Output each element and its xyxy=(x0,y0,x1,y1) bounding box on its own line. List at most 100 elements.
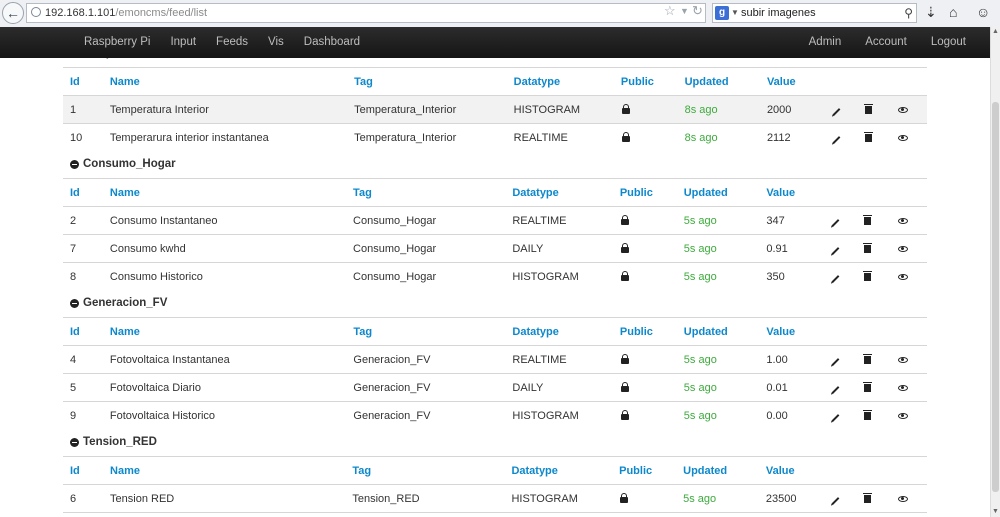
table-header-row: Id Name Tag Datatype Public Updated Value xyxy=(63,456,927,485)
pencil-icon[interactable] xyxy=(832,107,840,116)
scroll-down-icon[interactable]: ▼ xyxy=(991,507,1000,517)
magnifier-icon[interactable]: ⚲ xyxy=(904,4,913,22)
feed-public xyxy=(620,123,685,151)
group-title[interactable]: Consumo_Hogar xyxy=(63,151,927,178)
trash-icon[interactable] xyxy=(863,353,873,364)
download-icon[interactable]: ⇣ xyxy=(925,4,937,21)
nav-dashboard[interactable]: Dashboard xyxy=(294,27,370,58)
trash-icon[interactable] xyxy=(863,492,873,503)
scroll-up-icon[interactable]: ▲ xyxy=(991,27,1000,37)
column-header-action xyxy=(893,317,927,346)
view-cell xyxy=(893,401,927,429)
column-header-datatype: Datatype xyxy=(511,456,620,485)
feed-table: Id Name Tag Datatype Public Updated Value 2 Cons… xyxy=(63,178,927,290)
column-header-action xyxy=(860,456,894,485)
delete-cell xyxy=(860,484,894,513)
lock-icon[interactable] xyxy=(621,131,630,142)
pencil-icon[interactable] xyxy=(831,274,840,283)
eye-icon[interactable] xyxy=(897,495,908,502)
trash-icon[interactable] xyxy=(863,409,873,420)
lock-icon[interactable] xyxy=(620,242,629,253)
collapse-icon[interactable] xyxy=(70,299,79,308)
feed-value: 1.00 xyxy=(766,345,828,374)
feed-datatype: DAILY xyxy=(512,373,620,402)
lock-icon[interactable] xyxy=(620,492,629,503)
column-header-public: Public xyxy=(619,317,684,346)
nav-admin[interactable]: Admin xyxy=(799,27,856,58)
column-header-value: Value xyxy=(765,456,827,485)
column-header-updated: Updated xyxy=(684,67,767,96)
feed-public xyxy=(619,206,684,235)
trash-icon[interactable] xyxy=(863,131,873,142)
nav-input[interactable]: Input xyxy=(160,27,206,58)
dropdown-icon[interactable]: ▼ xyxy=(680,6,689,16)
lock-icon[interactable] xyxy=(621,103,630,114)
eye-icon[interactable] xyxy=(897,273,908,280)
table-row: 6 Tension RED Tension_RED HISTOGRAM 5s ago 23… xyxy=(63,484,927,513)
pencil-icon[interactable] xyxy=(831,496,840,505)
lock-icon[interactable] xyxy=(620,270,629,281)
google-icon: g xyxy=(715,6,729,20)
feedback-icon[interactable]: ☺ xyxy=(976,4,990,20)
feed-name: Temperatura Interior xyxy=(109,95,355,124)
trash-icon[interactable] xyxy=(863,214,873,225)
scroll-thumb[interactable] xyxy=(992,102,999,492)
edit-cell xyxy=(827,123,861,151)
lock-icon[interactable] xyxy=(620,214,629,225)
nav-feeds[interactable]: Feeds xyxy=(206,27,258,58)
feed-updated: 5s ago xyxy=(683,262,767,290)
column-header-updated: Updated xyxy=(683,317,767,346)
feed-id: 8 xyxy=(63,262,110,290)
trash-icon[interactable] xyxy=(863,381,873,392)
lock-icon[interactable] xyxy=(620,353,629,364)
eye-icon[interactable] xyxy=(897,134,908,141)
pencil-icon[interactable] xyxy=(831,246,840,255)
table-row: 5 Fotovoltaica Diario Generacion_FV DAILY 5s… xyxy=(63,373,927,402)
eye-icon[interactable] xyxy=(897,217,908,224)
group-title[interactable]: Tension_RED xyxy=(63,429,927,456)
address-bar[interactable]: 192.168.1.101/emoncms/feed/list xyxy=(26,3,706,23)
nav-raspberry-pi[interactable]: Raspberry Pi xyxy=(74,27,160,58)
pencil-icon[interactable] xyxy=(831,385,840,394)
feed-tag: Consumo_Hogar xyxy=(353,234,513,263)
engine-dropdown-icon[interactable]: ▼ xyxy=(731,4,739,22)
feed-public xyxy=(619,345,684,374)
collapse-icon[interactable] xyxy=(70,438,79,447)
eye-icon[interactable] xyxy=(897,356,908,363)
lock-icon[interactable] xyxy=(620,381,629,392)
column-header-action xyxy=(827,317,861,346)
eye-icon[interactable] xyxy=(897,384,908,391)
home-icon[interactable]: ⌂ xyxy=(949,4,957,20)
trash-icon[interactable] xyxy=(863,242,873,253)
column-header-action xyxy=(827,67,861,96)
eye-icon[interactable] xyxy=(897,106,908,113)
reload-icon[interactable]: ↻ xyxy=(692,3,703,19)
group-title[interactable]: Temperatura_Interior xyxy=(63,58,198,67)
lock-icon[interactable] xyxy=(620,409,629,420)
eye-icon[interactable] xyxy=(897,412,908,419)
group-title[interactable]: Generacion_FV xyxy=(63,290,927,317)
search-box[interactable]: g ▼ subir imagenes ⚲ xyxy=(712,3,917,23)
trash-icon[interactable] xyxy=(863,270,873,281)
pencil-icon[interactable] xyxy=(831,413,840,422)
pencil-icon[interactable] xyxy=(831,218,840,227)
delete-cell xyxy=(860,206,894,235)
feed-public xyxy=(620,95,685,124)
back-icon[interactable]: ← xyxy=(2,2,24,24)
nav-account[interactable]: Account xyxy=(855,27,921,58)
pencil-icon[interactable] xyxy=(831,357,840,366)
trash-icon[interactable] xyxy=(863,103,873,114)
delete-cell xyxy=(860,95,894,124)
edit-cell xyxy=(827,234,861,263)
star-icon[interactable]: ☆ xyxy=(664,3,676,19)
collapse-icon[interactable] xyxy=(70,160,79,169)
page-scrollbar[interactable]: ▲ ▼ xyxy=(990,27,1000,517)
search-input[interactable]: subir imagenes xyxy=(741,4,816,22)
pencil-icon[interactable] xyxy=(832,135,840,144)
nav-logout[interactable]: Logout xyxy=(921,27,990,58)
column-header-public: Public xyxy=(620,67,685,96)
eye-icon[interactable] xyxy=(897,245,908,252)
feed-public xyxy=(619,234,684,263)
nav-vis[interactable]: Vis xyxy=(258,27,294,58)
feed-name: Temperarura interior instantanea xyxy=(109,123,355,151)
